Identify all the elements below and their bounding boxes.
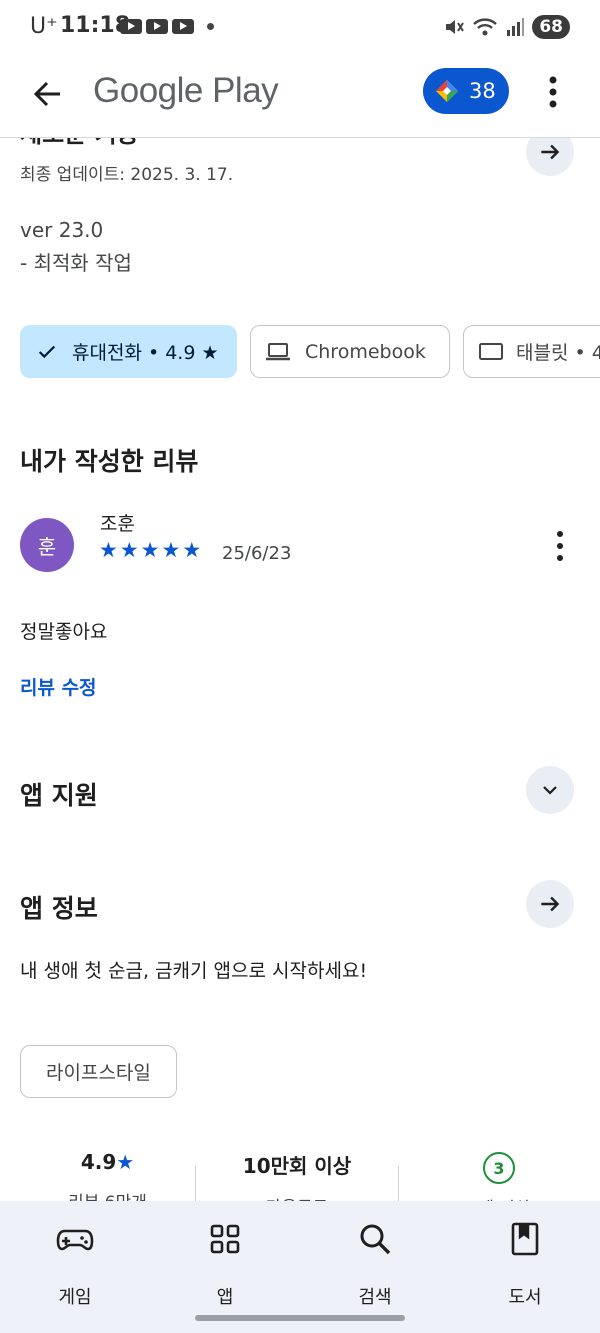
back-arrow-icon[interactable] xyxy=(28,74,68,114)
arrow-right-icon xyxy=(541,896,560,912)
category-label: 라이프스타일 xyxy=(46,1062,151,1084)
nav-item-games[interactable]: 게임 xyxy=(25,1219,125,1309)
gamepad-icon xyxy=(56,1229,94,1251)
play-points-icon xyxy=(436,80,458,102)
avatar: 훈 xyxy=(20,518,74,572)
star-icon: ★ xyxy=(161,538,181,562)
apps-grid-icon xyxy=(210,1224,240,1254)
book-icon xyxy=(511,1222,539,1256)
review-more-icon[interactable] xyxy=(548,528,572,564)
play-points-button[interactable]: 38 xyxy=(423,68,509,114)
app-description: 내 생애 첫 순금, 금캐기 앱으로 시작하세요! xyxy=(20,960,368,982)
chevron-down-icon xyxy=(543,786,557,795)
nav-label: 도서 xyxy=(508,1287,542,1308)
star-icon: ★ xyxy=(119,538,139,562)
nav-label: 앱 xyxy=(216,1287,234,1308)
nav-item-apps[interactable]: 앱 xyxy=(175,1219,275,1309)
avatar-initial: 훈 xyxy=(37,534,57,559)
bottom-navigation: 게임 앱 검색 도서 xyxy=(0,1201,600,1333)
app-support-expand-button[interactable] xyxy=(526,766,574,814)
age-rating-badge: 3 xyxy=(483,1152,515,1184)
google-play-logo: Google Play xyxy=(93,71,279,110)
device-chip-phone[interactable]: 휴대전화 • 4.9 ★ xyxy=(20,325,237,378)
app-support-heading: 앱 지원 xyxy=(20,781,98,810)
star-icon: ★ xyxy=(140,538,160,562)
nav-label: 게임 xyxy=(58,1287,92,1308)
star-icon: ★ xyxy=(116,1150,135,1174)
app-info-heading: 앱 정보 xyxy=(20,894,98,923)
app-bar: Google Play 38 xyxy=(0,56,600,138)
home-indicator[interactable] xyxy=(195,1315,405,1321)
review-text: 정말좋아요 xyxy=(20,621,108,643)
category-chip[interactable]: 라이프스타일 xyxy=(20,1045,177,1098)
check-icon xyxy=(38,345,56,358)
release-notes: ver 23.0 - 최적화 작업 xyxy=(20,218,132,275)
laptop-icon xyxy=(266,342,290,360)
star-rating: ★ ★ ★ ★ ★ xyxy=(99,538,201,562)
tablet-icon xyxy=(479,342,503,360)
rating-stat-value: 4.9★ xyxy=(20,1150,195,1174)
nav-item-books[interactable]: 도서 xyxy=(475,1219,575,1309)
device-chip-label: Chromebook xyxy=(305,340,426,363)
edit-review-link[interactable]: 리뷰 수정 xyxy=(20,673,97,700)
last-updated-text: 최종 업데이트: 2025. 3. 17. xyxy=(20,165,234,185)
nav-item-search[interactable]: 검색 xyxy=(325,1219,425,1309)
app-detail-content[interactable]: 새로운 기능 최종 업데이트: 2025. 3. 17. ver 23.0 - … xyxy=(0,0,600,1333)
star-icon: ★ xyxy=(99,538,118,562)
arrow-right-icon xyxy=(541,144,560,160)
search-icon xyxy=(360,1224,391,1255)
device-chip-tablet[interactable]: 태블릿 • 4 xyxy=(463,325,600,378)
star-icon: ★ xyxy=(182,538,202,562)
rating-value: 4.9 xyxy=(80,1150,117,1174)
play-points-count: 38 xyxy=(469,79,496,103)
review-date: 25/6/23 xyxy=(222,543,292,564)
my-review-heading: 내가 작성한 리뷰 xyxy=(20,447,199,476)
more-options-icon[interactable] xyxy=(538,72,568,112)
app-info-arrow-button[interactable] xyxy=(526,880,574,928)
nav-label: 검색 xyxy=(358,1287,392,1308)
device-chip-label: 태블릿 • 4 xyxy=(516,342,600,364)
device-chip-chromebook[interactable]: Chromebook xyxy=(250,325,450,378)
reviewer-name: 조훈 xyxy=(100,513,135,535)
device-chip-label: 휴대전화 • 4.9 ★ xyxy=(72,342,219,364)
downloads-value: 10만회 이상 xyxy=(242,1154,352,1178)
